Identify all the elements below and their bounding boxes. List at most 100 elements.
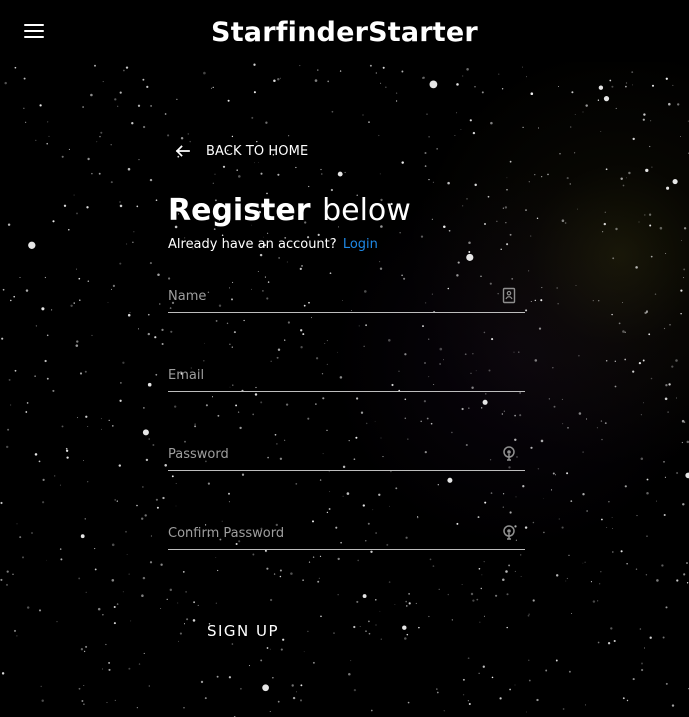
star-particle (379, 610, 381, 612)
star-particle (432, 565, 435, 567)
star-particle (102, 614, 104, 616)
star-particle (514, 684, 516, 686)
registration-page: StarfinderStarter BACK TO HOME Register … (0, 0, 689, 717)
star-particle (600, 420, 603, 422)
star-particle (662, 636, 665, 639)
star-particle (331, 110, 334, 113)
star-particle (543, 498, 545, 500)
page-title-light: below (322, 193, 411, 228)
star-particle (632, 678, 635, 681)
star-particle (467, 657, 470, 660)
star-particle (545, 669, 548, 672)
star-particle (187, 133, 190, 135)
star-particle (86, 206, 89, 209)
star-particle (624, 485, 627, 488)
password-field[interactable] (168, 439, 488, 470)
star-particle (538, 327, 542, 330)
star-particle (25, 121, 27, 123)
star-particle (648, 213, 652, 216)
star-particle (590, 581, 592, 583)
back-to-home-link[interactable]: BACK TO HOME (174, 140, 526, 162)
star-particle (60, 558, 63, 561)
star-particle (626, 177, 627, 179)
star-particle (528, 270, 530, 272)
star-particle (141, 517, 144, 520)
star-particle (385, 86, 387, 88)
star-particle (605, 168, 608, 171)
star-particle (70, 304, 73, 307)
star-particle (123, 69, 125, 72)
star-particle (155, 373, 158, 376)
star-particle (532, 521, 535, 524)
star-particle (40, 685, 42, 688)
star-particle (5, 583, 9, 586)
star-particle (54, 475, 56, 477)
star-particle (96, 141, 98, 143)
star-particle (59, 548, 62, 550)
star-particle (215, 557, 217, 559)
star-particle (469, 119, 472, 122)
star-particle (438, 588, 440, 591)
star-particle (142, 78, 145, 81)
star-particle (105, 643, 107, 646)
confirm-password-field[interactable] (168, 518, 488, 549)
star-particle (73, 302, 75, 304)
star-particle (456, 83, 459, 86)
star-particle (676, 579, 679, 582)
star-particle (142, 486, 144, 488)
sign-up-button[interactable]: SIGN UP (197, 615, 289, 647)
star-particle (426, 113, 428, 115)
star-particle (166, 598, 168, 601)
star-particle (119, 399, 122, 402)
name-field[interactable] (168, 281, 488, 312)
star-particle (582, 111, 584, 113)
star-particle (578, 354, 580, 357)
star-particle (584, 561, 586, 563)
star-particle (252, 553, 255, 556)
star-particle (605, 359, 608, 362)
star-particle (182, 571, 185, 573)
star-particle (136, 707, 138, 709)
star-particle (314, 79, 318, 82)
star-particle (183, 707, 185, 709)
star-particle (368, 632, 371, 635)
email-field[interactable] (168, 360, 488, 391)
star-particle (1, 337, 4, 340)
star-particle (292, 696, 296, 700)
star-particle (101, 428, 102, 430)
star-particle (528, 181, 530, 183)
star-particle (491, 676, 494, 679)
star-particle (159, 303, 161, 305)
star-particle (470, 592, 474, 596)
star-particle (680, 289, 683, 292)
star-particle (35, 139, 37, 142)
star-particle (262, 684, 269, 692)
star-particle (614, 385, 617, 388)
star-particle (0, 578, 3, 581)
star-particle (280, 648, 283, 651)
star-particle (375, 599, 377, 601)
star-particle (640, 414, 642, 416)
star-particle (645, 168, 649, 173)
star-particle (183, 623, 186, 625)
star-particle (128, 573, 130, 575)
star-particle (663, 513, 666, 517)
star-particle (648, 333, 651, 336)
star-particle (608, 501, 610, 503)
star-particle (536, 217, 539, 219)
star-particle (119, 262, 122, 265)
star-particle (13, 629, 17, 632)
star-particle (461, 584, 463, 585)
star-particle (380, 638, 382, 640)
star-particle (547, 173, 549, 176)
star-particle (339, 70, 342, 72)
star-particle (101, 668, 103, 670)
star-particle (540, 439, 544, 443)
star-particle (614, 360, 616, 362)
star-particle (554, 474, 557, 476)
login-link[interactable]: Login (343, 237, 378, 252)
star-particle (436, 688, 438, 690)
star-particle (132, 241, 134, 243)
star-particle (528, 613, 530, 615)
star-particle (5, 445, 9, 449)
